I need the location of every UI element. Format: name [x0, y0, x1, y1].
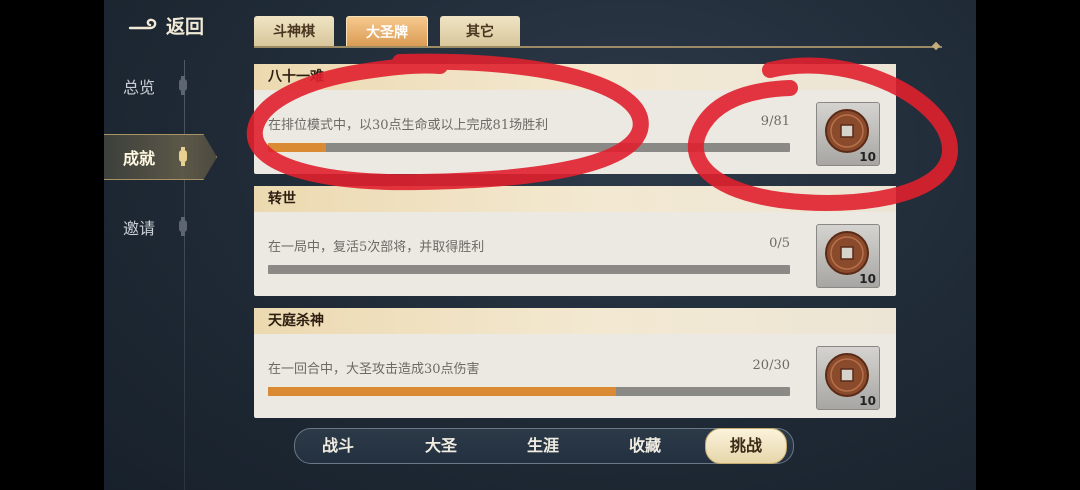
achievement-progress-text: 20/30 [752, 358, 790, 373]
reward-count: 10 [859, 272, 876, 286]
achievement-progress-text: 9/81 [760, 114, 790, 129]
nav-career[interactable]: 生涯 [503, 429, 583, 463]
achievement-card: 转世 在一局中，复活5次部将，并取得胜利 0/5 10 [254, 186, 896, 296]
nav-da-sheng[interactable]: 大圣 [401, 429, 481, 463]
progress-bar [268, 387, 790, 396]
lantern-icon [179, 147, 187, 166]
achievement-description: 在排位模式中，以30点生命或以上完成81场胜利 [268, 118, 549, 133]
diamond-ornament-icon [931, 41, 941, 51]
lantern-icon [179, 76, 187, 95]
nav-battle[interactable]: 战斗 [298, 429, 378, 463]
lantern-icon [179, 217, 187, 236]
achievement-title: 八十一难 [254, 64, 896, 90]
tab-other[interactable]: 其它 [440, 16, 520, 46]
tab-da-sheng-pai[interactable]: 大圣牌 [346, 16, 428, 48]
achievement-card: 八十一难 在排位模式中，以30点生命或以上完成81场胜利 9/81 10 [254, 64, 896, 174]
copper-coin-icon [825, 353, 869, 397]
achievement-description: 在一局中，复活5次部将，并取得胜利 [268, 240, 485, 255]
sidebar-item-label: 成就 [123, 149, 156, 168]
reward-item[interactable]: 10 [816, 346, 880, 410]
sidebar-item-achievements[interactable]: 成就 [104, 134, 217, 180]
progress-fill [268, 387, 616, 396]
nav-collection[interactable]: 收藏 [605, 429, 685, 463]
achievement-progress-text: 0/5 [769, 236, 790, 251]
tab-underline [254, 46, 942, 48]
reward-item[interactable]: 10 [816, 102, 880, 166]
progress-bar [268, 265, 790, 274]
back-arrow-icon [128, 18, 157, 29]
sidebar-divider [184, 60, 185, 490]
nav-challenge[interactable]: 挑战 [705, 428, 787, 464]
bottom-nav: 战斗 大圣 生涯 收藏 挑战 [294, 428, 794, 464]
game-screen: 返回 总览 成就 邀请 斗神棋 大圣牌 其它 八十一难 在排位模式中，以30点生… [104, 0, 976, 490]
sidebar-item-label: 邀请 [123, 219, 156, 238]
tab-dou-shen-qi[interactable]: 斗神棋 [254, 16, 334, 46]
reward-count: 10 [859, 150, 876, 164]
progress-fill [268, 143, 326, 152]
category-tabs: 斗神棋 大圣牌 其它 [254, 16, 520, 48]
achievement-description: 在一回合中，大圣攻击造成30点伤害 [268, 362, 480, 377]
reward-item[interactable]: 10 [816, 224, 880, 288]
achievement-title: 天庭杀神 [254, 308, 896, 334]
sidebar-item-overview[interactable]: 总览 [104, 64, 214, 108]
achievement-card: 天庭杀神 在一回合中，大圣攻击造成30点伤害 20/30 10 [254, 308, 896, 418]
sidebar-item-invite[interactable]: 邀请 [104, 205, 214, 249]
achievement-title: 转世 [254, 186, 896, 212]
back-label: 返回 [166, 16, 205, 38]
sidebar-item-label: 总览 [123, 78, 156, 97]
back-button[interactable]: 返回 [128, 12, 204, 39]
copper-coin-icon [825, 109, 869, 153]
reward-count: 10 [859, 394, 876, 408]
copper-coin-icon [825, 231, 869, 275]
progress-bar [268, 143, 790, 152]
